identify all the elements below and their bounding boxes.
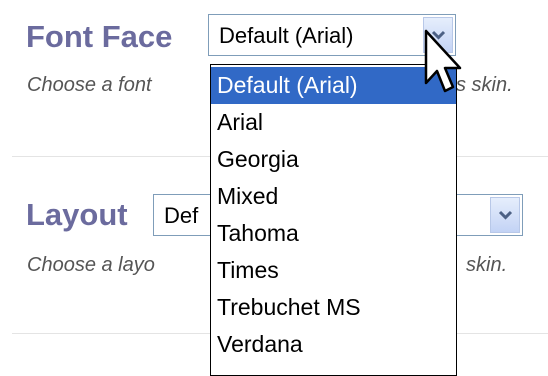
chevron-down-icon: [498, 210, 513, 220]
font-face-help-right: s skin.: [456, 74, 513, 96]
layout-help-right: skin.: [466, 254, 508, 276]
mouse-pointer-icon: [424, 29, 462, 93]
font-face-label: Font Face: [26, 19, 173, 54]
layout-dropdown-button[interactable]: [490, 197, 520, 233]
font-option[interactable]: Default (Arial): [211, 67, 456, 104]
font-option[interactable]: Times: [211, 252, 456, 289]
font-face-select-value: Default (Arial): [219, 23, 354, 48]
layout-label: Layout: [26, 197, 128, 232]
layout-help-left: Choose a layo: [27, 254, 155, 276]
font-face-dropdown-list: Default (Arial) Arial Georgia Mixed Taho…: [210, 64, 457, 376]
font-option[interactable]: Verdana: [211, 326, 456, 363]
layout-select-value: Def: [164, 203, 199, 228]
font-option[interactable]: Georgia: [211, 141, 456, 178]
font-face-help-left: Choose a font: [27, 74, 152, 96]
font-option[interactable]: Mixed: [211, 178, 456, 215]
font-option[interactable]: Tahoma: [211, 215, 456, 252]
font-option[interactable]: Arial: [211, 104, 456, 141]
font-option[interactable]: Trebuchet MS: [211, 289, 456, 326]
font-face-select[interactable]: Default (Arial): [208, 14, 456, 56]
